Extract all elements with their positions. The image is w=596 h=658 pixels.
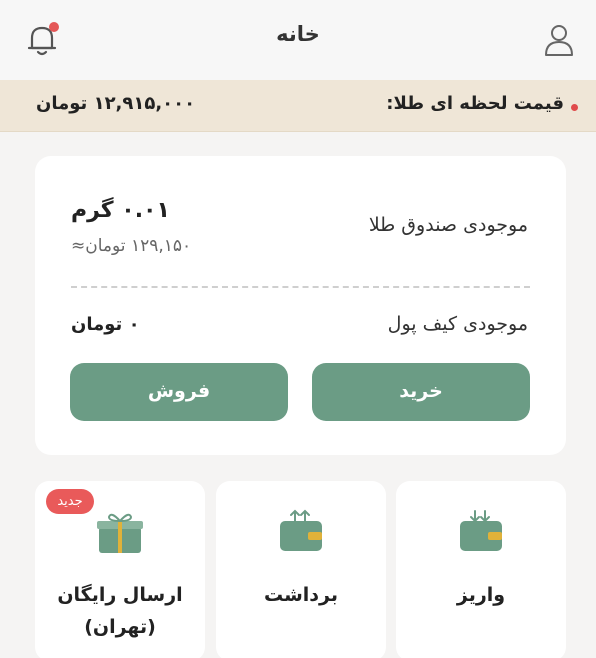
gold-amount: ۰.۰۱ گرم bbox=[71, 198, 170, 223]
buy-button[interactable]: خرید bbox=[312, 363, 530, 421]
wallet-deposit-icon bbox=[460, 510, 502, 551]
free-shipping-sublabel: (تهران) bbox=[84, 616, 156, 638]
wallet-balance-label: موجودی کیف پول bbox=[387, 313, 528, 335]
gold-price-value: ۱۲,۹۱۵,۰۰۰ تومان bbox=[36, 93, 196, 114]
sell-button[interactable]: فروش bbox=[70, 363, 288, 421]
user-profile-icon[interactable] bbox=[542, 22, 576, 58]
withdraw-label: برداشت bbox=[263, 584, 338, 606]
gift-icon bbox=[97, 513, 143, 553]
new-badge: جدید bbox=[46, 489, 94, 514]
wallet-withdraw-icon bbox=[280, 509, 322, 551]
gold-price-label: قیمت لحظه ای طلا: bbox=[386, 93, 564, 114]
withdraw-tile[interactable]: برداشت bbox=[216, 481, 386, 658]
gold-fund-label: موجودی صندوق طلا bbox=[368, 214, 528, 236]
live-dot-icon bbox=[571, 104, 578, 111]
balance-card: موجودی صندوق طلا ۰.۰۱ گرم ۱۲۹,۱۵۰ تومان≈… bbox=[35, 156, 566, 455]
deposit-tile[interactable]: واریز bbox=[396, 481, 566, 658]
gold-price-bar: قیمت لحظه ای طلا: ۱۲,۹۱۵,۰۰۰ تومان bbox=[0, 80, 596, 132]
deposit-label: واریز bbox=[456, 584, 506, 606]
app-header: خانه bbox=[0, 0, 596, 80]
page-title: خانه bbox=[276, 22, 320, 46]
wallet-amount: ۰ تومان bbox=[71, 314, 140, 335]
free-shipping-label: ارسال رایگان bbox=[57, 584, 183, 606]
gold-toman-value: ۱۲۹,۱۵۰ تومان≈ bbox=[71, 236, 192, 256]
card-divider bbox=[71, 286, 530, 288]
